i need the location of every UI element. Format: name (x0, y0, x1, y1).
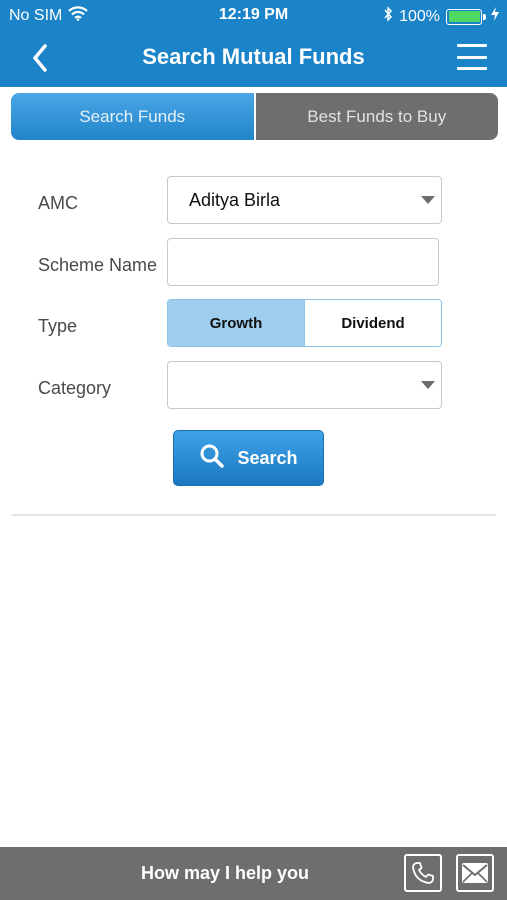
category-select[interactable] (167, 361, 442, 409)
divider (12, 514, 496, 516)
status-right: 100% (383, 6, 499, 27)
amc-select[interactable]: Aditya Birla (167, 176, 442, 224)
amc-selected-value: Aditya Birla (189, 190, 281, 210)
chevron-down-icon (421, 381, 435, 389)
amc-label: AMC (38, 193, 78, 213)
bottom-bar: How may I help you (0, 847, 507, 900)
type-growth-option[interactable]: Growth (168, 300, 304, 346)
phone-icon[interactable] (404, 854, 442, 892)
mail-icon[interactable] (456, 854, 494, 892)
tab-search-funds[interactable]: Search Funds (11, 93, 254, 140)
page-title: Search Mutual Funds (142, 44, 365, 69)
chevron-down-icon (421, 196, 435, 204)
help-prompt[interactable]: How may I help you (0, 863, 402, 884)
scheme-name-input[interactable] (167, 238, 439, 286)
hamburger-menu-icon[interactable] (457, 42, 487, 72)
search-button-label: Search (237, 447, 298, 468)
tab-best-funds-to-buy[interactable]: Best Funds to Buy (253, 93, 498, 140)
battery-percent: 100% (399, 7, 440, 25)
battery-icon (446, 8, 486, 25)
search-button[interactable]: Search (173, 430, 324, 486)
type-toggle: Growth Dividend (167, 299, 442, 347)
status-bar: No SIM 12:19 PM 100% (0, 0, 507, 30)
category-label: Category (38, 378, 112, 398)
charging-icon (491, 7, 499, 26)
type-label: Type (38, 316, 78, 336)
nav-bar: Search Mutual Funds (0, 30, 507, 87)
scheme-name-label: Scheme Name (38, 255, 158, 275)
battery-level (448, 11, 480, 22)
search-icon (199, 443, 225, 474)
type-dividend-option[interactable]: Dividend (304, 300, 441, 346)
tab-bar: Search Funds Best Funds to Buy (11, 93, 498, 140)
bluetooth-icon (383, 6, 393, 27)
